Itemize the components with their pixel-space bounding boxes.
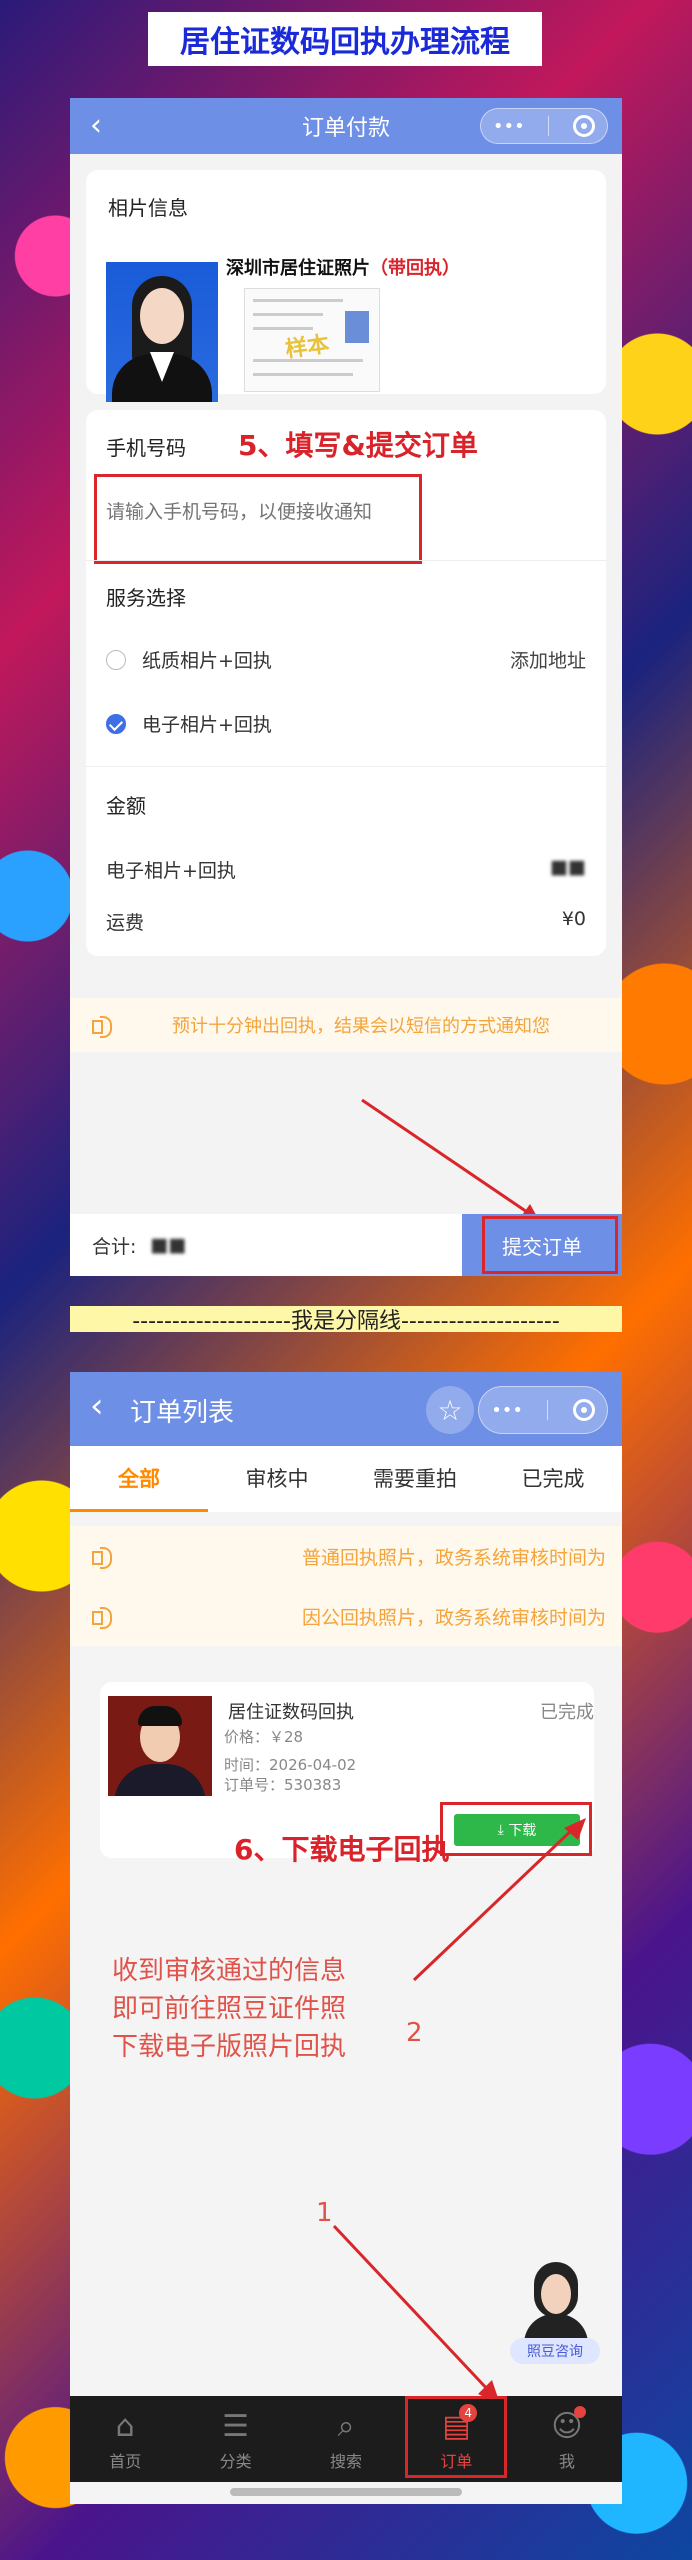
order-payment-screen: ‹ 订单付款 ••• 相片信息 深圳市居住证照片（带回执） 样本 手机号码 5、… xyxy=(70,98,622,1276)
star-icon[interactable]: ☆ xyxy=(426,1386,474,1434)
service-section-title: 服务选择 xyxy=(106,586,186,610)
tabbar-label: 首页 xyxy=(109,2452,142,2471)
total-value: ■■ xyxy=(150,1234,187,1256)
sample-stamp: 样本 xyxy=(283,332,331,363)
speaker-icon xyxy=(92,1547,112,1569)
notice-bar: 因公回执照片，政务系统审核时间为 xyxy=(70,1586,622,1646)
phone-section-title: 手机号码 xyxy=(106,436,186,460)
highlight-phone-input xyxy=(94,474,422,564)
tab-completed[interactable]: 已完成 xyxy=(484,1446,622,1512)
amount-shipping-value: ¥0 xyxy=(561,908,586,930)
mini-program-capsule: ••• xyxy=(478,1386,608,1434)
arrow-to-order-tab xyxy=(332,2224,500,2404)
tabbar-label: 分类 xyxy=(219,2452,252,2471)
tabbar-item-search[interactable]: ⌕ 搜索 xyxy=(291,2396,401,2482)
target-close-icon[interactable] xyxy=(572,1399,595,1421)
target-close-icon[interactable] xyxy=(573,115,596,137)
notice-text: 预计十分钟出回执，结果会以短信的方式通知您 xyxy=(172,1016,550,1037)
option-electronic-label: 电子相片+回执 xyxy=(142,714,272,736)
photo-info-card: 相片信息 深圳市居住证照片（带回执） 样本 xyxy=(86,170,606,402)
order-status: 已完成 xyxy=(540,1702,594,1723)
amount-section-title: 金额 xyxy=(106,794,146,818)
notice-bar: 预计十分钟出回执，结果会以短信的方式通知您 xyxy=(70,998,622,1052)
more-dots-icon[interactable]: ••• xyxy=(493,116,525,137)
consult-assistant[interactable]: 照豆咨询 xyxy=(510,2262,600,2372)
notification-dot xyxy=(573,2406,586,2418)
home-indicator xyxy=(230,2488,462,2496)
navbar: ‹ 订单付款 ••• xyxy=(70,98,622,154)
tab-retake[interactable]: 需要重拍 xyxy=(346,1446,484,1512)
order-name: 居住证数码回执 xyxy=(228,1702,354,1723)
tabbar-label: 搜索 xyxy=(330,2452,363,2471)
marker-2: 2 xyxy=(406,2018,423,2048)
tabbar-label: 我 xyxy=(558,2452,575,2471)
step5-annotation: 5、填写&提交订单 xyxy=(238,429,478,462)
search-icon: ⌕ xyxy=(337,2409,355,2444)
page-title: 订单付款 xyxy=(301,116,390,141)
speaker-icon xyxy=(92,1607,112,1629)
id-photo-thumbnail xyxy=(106,262,218,402)
amount-row-shipping: 运费 ¥0 xyxy=(106,908,586,935)
option-electronic[interactable]: 电子相片+回执 xyxy=(106,710,272,737)
amount-service-label: 电子相片+回执 xyxy=(106,860,236,882)
navbar: ‹ 订单列表 ☆ ••• xyxy=(70,1372,622,1446)
order-form-card: 手机号码 5、填写&提交订单 服务选择 纸质相片+回执 添加地址 电子相片+回执… xyxy=(86,410,606,956)
notice-text: 因公回执照片，政务系统审核时间为 xyxy=(301,1606,606,1629)
notice-bar: 普通回执照片，政务系统审核时间为 xyxy=(70,1526,622,1586)
speaker-icon xyxy=(92,1016,112,1038)
tabbar-item-order[interactable]: ▤ 4 订单 xyxy=(401,2396,511,2482)
order-time: 时间：2026-04-02 xyxy=(224,1756,357,1774)
tab-all[interactable]: 全部 xyxy=(70,1446,208,1512)
total-label: 合计: xyxy=(92,1235,137,1258)
chevron-left-icon[interactable]: ‹ xyxy=(90,1386,104,1426)
instruction-line: 下载电子版照片回执 xyxy=(112,2032,347,2062)
radio-paper[interactable] xyxy=(106,649,126,670)
highlight-submit xyxy=(482,1216,618,1274)
instruction-line: 即可前往照豆证件照 xyxy=(112,1994,347,2024)
amount-service-value: ■■ xyxy=(550,856,586,878)
instruction-line: 收到审核通过的信息 xyxy=(112,1956,347,1986)
page-title: 订单列表 xyxy=(130,1398,235,1428)
amount-shipping-label: 运费 xyxy=(106,912,145,934)
receipt-sample-image: 样本 xyxy=(244,288,380,392)
tabbar-item-category[interactable]: ☰ 分类 xyxy=(180,2396,290,2482)
chevron-left-icon[interactable]: ‹ xyxy=(90,108,102,143)
arrow-to-submit xyxy=(361,1098,540,1222)
tabbar-item-home[interactable]: ⌂ 首页 xyxy=(70,2396,180,2482)
order-photo-thumbnail xyxy=(108,1696,212,1796)
home-icon: ⌂ xyxy=(115,2409,135,2444)
photo-label-text: 深圳市居住证照片 xyxy=(226,258,370,279)
order-price: 价格：￥28 xyxy=(224,1728,304,1746)
amount-row-service: 电子相片+回执 ■■ xyxy=(106,856,586,883)
tabbar-item-me[interactable]: ☺ 我 xyxy=(512,2396,622,2482)
order-number: 订单号：530383 xyxy=(224,1776,342,1794)
instructions: 收到审核通过的信息 即可前往照豆证件照 下载电子版照片回执 xyxy=(112,1952,346,2066)
photo-section-title: 相片信息 xyxy=(108,196,188,220)
tab-reviewing[interactable]: 审核中 xyxy=(208,1446,346,1512)
bottom-tabbar: ⌂ 首页 ☰ 分类 ⌕ 搜索 ▤ 4 订单 ☺ 我 xyxy=(70,2396,622,2482)
bottom-bar: 合计: ■■ 提交订单 xyxy=(70,1214,622,1276)
add-address-link[interactable]: 添加地址 xyxy=(510,646,586,673)
arrow-to-download xyxy=(412,1818,586,1982)
capsule-divider xyxy=(547,1400,549,1420)
mini-program-capsule: ••• xyxy=(480,108,608,144)
photo-label: 深圳市居住证照片（带回执） xyxy=(226,254,460,280)
separator-line: --------------------我是分隔线---------------… xyxy=(70,1306,622,1332)
radio-electronic-checked[interactable] xyxy=(106,713,126,734)
option-paper[interactable]: 纸质相片+回执 xyxy=(106,646,272,673)
consult-tag: 照豆咨询 xyxy=(510,2338,600,2364)
banner-title: 居住证数码回执办理流程 xyxy=(148,12,542,66)
photo-label-suffix: （带回执） xyxy=(370,258,460,279)
highlight-order-tab xyxy=(405,2396,508,2478)
option-paper-label: 纸质相片+回执 xyxy=(142,650,272,672)
more-dots-icon[interactable]: ••• xyxy=(491,1400,523,1421)
order-list-screen: ‹ 订单列表 ☆ ••• 全部 审核中 需要重拍 已完成 普通回执照片，政务系统… xyxy=(70,1372,622,2504)
notice-text: 普通回执照片，政务系统审核时间为 xyxy=(301,1546,606,1569)
category-icon: ☰ xyxy=(222,2409,250,2444)
order-tabs: 全部 审核中 需要重拍 已完成 xyxy=(70,1446,622,1512)
capsule-divider xyxy=(548,116,550,136)
